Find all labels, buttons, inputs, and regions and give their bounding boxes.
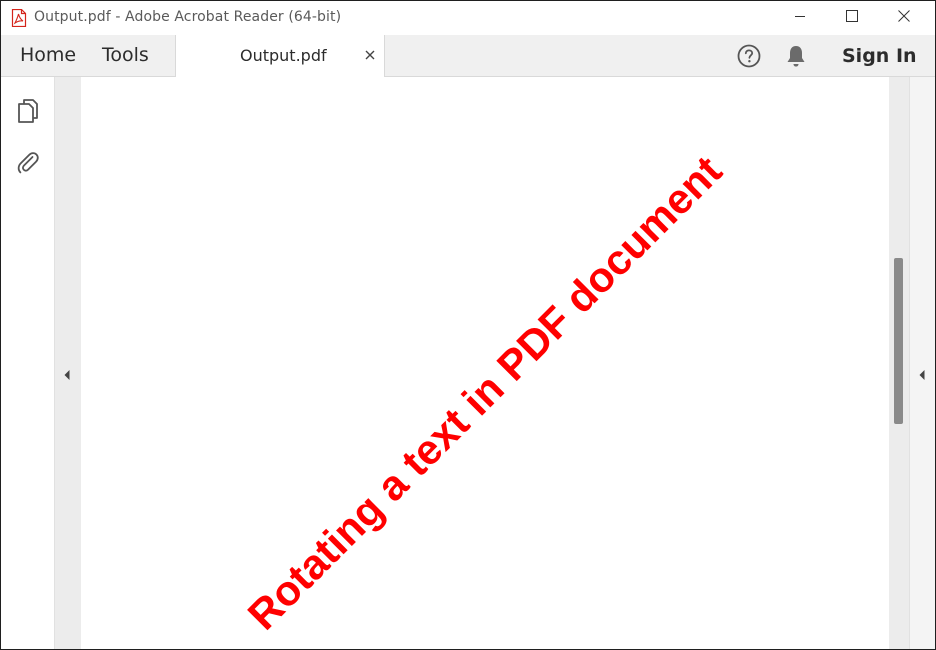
document-tab-label: Output.pdf (240, 46, 327, 65)
home-menu-item[interactable]: Home (20, 35, 76, 76)
page-thumbnails-icon[interactable] (16, 98, 40, 124)
left-tool-rail (1, 77, 55, 649)
attachment-icon[interactable] (16, 149, 40, 175)
help-icon[interactable] (737, 44, 761, 68)
maximize-icon (846, 9, 858, 27)
expand-left-arrow-icon (63, 368, 71, 386)
title-bar: Output.pdf - Adobe Acrobat Reader (64-bi… (1, 1, 935, 35)
sign-in-button[interactable]: Sign In (842, 35, 917, 77)
tools-menu-item[interactable]: Tools (102, 35, 149, 76)
expand-right-arrow-icon (918, 368, 926, 386)
close-window-button[interactable] (881, 1, 927, 35)
document-page: Rotating a text in PDF document (81, 77, 889, 649)
left-pane-toggle[interactable] (55, 77, 81, 649)
pdf-file-icon (11, 8, 27, 28)
minimize-icon (794, 9, 806, 27)
minimize-button[interactable] (777, 1, 823, 35)
document-tab[interactable]: Output.pdf (175, 35, 385, 77)
bell-icon[interactable] (785, 44, 807, 68)
menu-bar: Home Tools Output.pdf Sign In (1, 35, 935, 77)
rotated-document-text: Rotating a text in PDF document (238, 146, 731, 639)
close-icon (898, 9, 910, 27)
maximize-button[interactable] (829, 1, 875, 35)
window-title: Output.pdf - Adobe Acrobat Reader (64-bi… (34, 9, 342, 25)
vertical-scrollbar[interactable] (889, 77, 909, 649)
tab-close-icon[interactable] (362, 47, 378, 63)
acrobat-window: Output.pdf - Adobe Acrobat Reader (64-bi… (0, 0, 936, 650)
scrollbar-thumb[interactable] (894, 258, 903, 424)
right-pane-toggle[interactable] (909, 77, 935, 649)
